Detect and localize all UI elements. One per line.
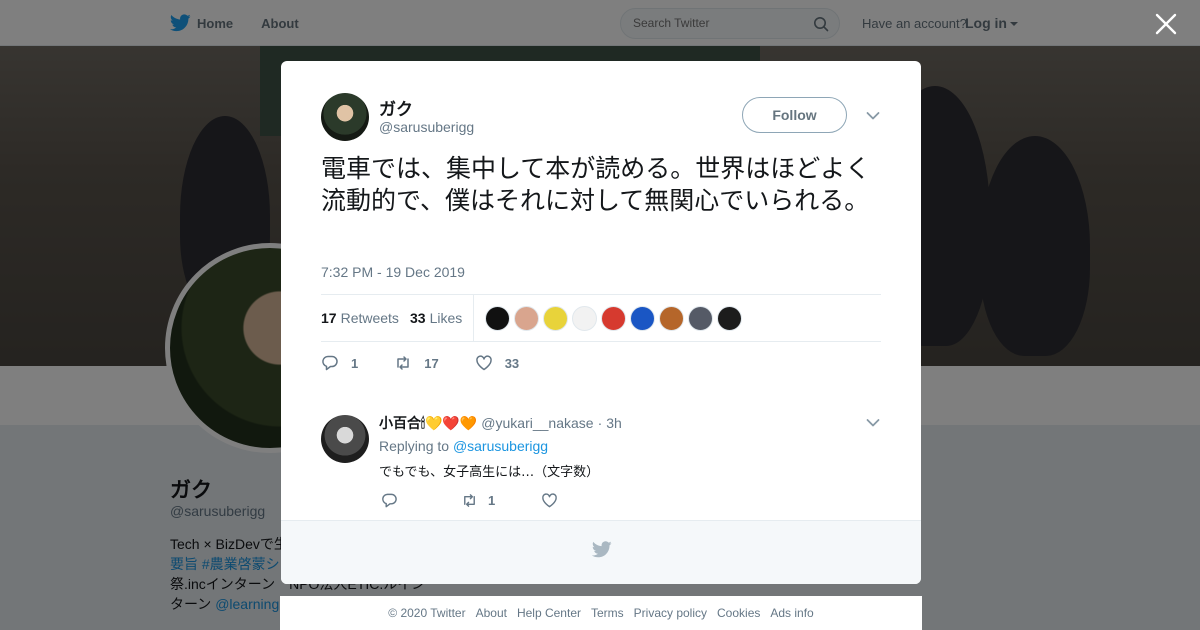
liker-avatar[interactable] [572,306,597,331]
heart-icon [542,493,557,508]
reply-tweet[interactable]: 小百合🕯💛❤️🧡 @yukari__nakase · 3h Replying t… [281,401,921,521]
tweet-modal: ガク @sarusuberigg Follow 電車では、集中して本が読める。世… [281,61,921,584]
retweet-action[interactable]: 1 [461,492,541,509]
retweet-action[interactable]: 17 [394,354,439,372]
heart-icon [475,355,492,371]
likes-label: Likes [429,310,463,326]
tweet-timestamp[interactable]: 7:32 PM - 19 Dec 2019 [321,264,465,280]
retweet-icon [397,356,409,370]
footer-link-terms[interactable]: Terms [591,606,624,620]
author-handle[interactable]: @sarusuberigg [379,119,474,135]
like-action[interactable] [541,492,568,509]
like-action[interactable]: 33 [475,354,519,372]
liker-avatar[interactable] [543,306,568,331]
liker-avatar[interactable] [514,306,539,331]
retweets-label: Retweets [340,310,399,326]
footer-copyright: © 2020 Twitter [388,606,466,620]
tweet-stats: 17 Retweets 33 Likes [321,294,881,342]
chevron-down-icon[interactable] [866,418,880,428]
reply-separator: · [597,415,603,431]
likes-stat[interactable]: 33 Likes [410,310,462,326]
reply-author-handle[interactable]: @yukari__nakase [481,415,593,431]
close-icon[interactable] [1154,12,1178,36]
reply-count: 1 [351,355,359,371]
reply-action[interactable] [381,492,461,509]
twitter-bird-icon [592,541,612,558]
reply-icon [382,493,397,508]
retweets-count: 17 [321,310,337,326]
footer-link-about[interactable]: About [476,606,507,620]
liker-avatar[interactable] [630,306,655,331]
reply-author-name[interactable]: 小百合🕯💛❤️🧡 [379,413,477,433]
replying-prefix: Replying to [379,438,453,454]
retweet-count: 17 [424,355,439,371]
author-name[interactable]: ガク [379,95,413,120]
likes-count: 33 [410,310,426,326]
tweet-actions: 1 17 33 [321,353,555,373]
footer-link-help[interactable]: Help Center [517,606,581,620]
like-count: 33 [504,355,520,371]
tweet-text: 電車では、集中して本が読める。世界はほどよく流動的で、僕はそれに対して無関心でい… [321,154,871,215]
reply-author-avatar[interactable] [321,415,369,463]
page-footer: © 2020 Twitter About Help Center Terms P… [280,596,922,630]
chevron-down-icon[interactable] [866,111,880,121]
liker-avatar[interactable] [659,306,684,331]
reply-retweet-count: 1 [488,493,496,508]
replying-to: Replying to @sarusuberigg [379,438,548,454]
stats-divider [473,295,474,342]
liker-avatar[interactable] [601,306,626,331]
liker-avatar[interactable] [688,306,713,331]
reply-header: 小百合🕯💛❤️🧡 @yukari__nakase · 3h [379,413,622,433]
reply-actions: 1 [381,492,568,509]
modal-footer [281,520,921,584]
liker-avatar[interactable] [717,306,742,331]
retweets-stat[interactable]: 17 Retweets [321,310,399,326]
replying-to-link[interactable]: @sarusuberigg [453,438,548,454]
reply-icon [322,355,338,371]
liker-avatar[interactable] [485,306,510,331]
reply-time[interactable]: 3h [606,415,622,431]
reply-text: でもでも、女子高生には…（文字数） [379,465,600,480]
follow-button[interactable]: Follow [742,97,847,133]
liker-avatars [485,306,746,331]
reply-action[interactable]: 1 [321,354,358,372]
author-avatar[interactable] [321,93,369,141]
footer-link-ads[interactable]: Ads info [770,606,813,620]
retweet-icon [464,494,475,507]
footer-link-privacy[interactable]: Privacy policy [634,606,707,620]
footer-link-cookies[interactable]: Cookies [717,606,760,620]
